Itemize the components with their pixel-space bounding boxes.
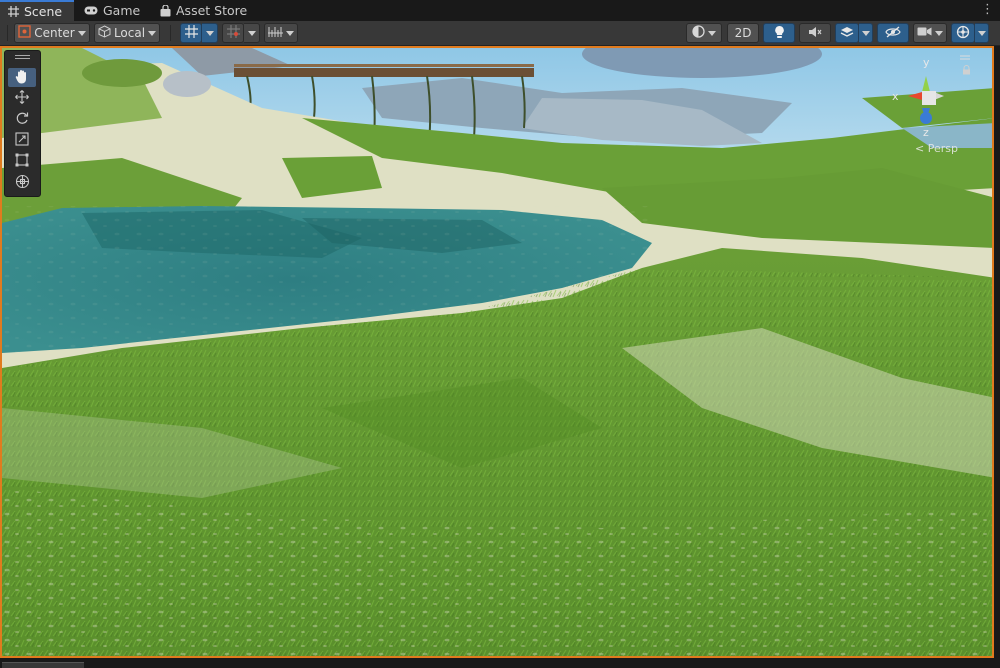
scale-icon (15, 132, 29, 149)
scale-tool-button[interactable] (8, 131, 36, 150)
grid-snap-icon (184, 25, 198, 41)
scene-effects-dropdown[interactable] (859, 23, 873, 43)
scene-lighting-toggle[interactable] (763, 23, 795, 43)
pivot-rotation-label: Local (113, 26, 146, 40)
grid-snap-toggle[interactable] (180, 23, 202, 43)
gizmo-x-axis (908, 92, 922, 100)
mode-2d-label: 2D (734, 26, 752, 40)
tab-game[interactable]: Game (76, 0, 148, 21)
bottom-panel-strip (0, 658, 1000, 668)
rotate-icon (15, 111, 29, 128)
scene-render (2, 48, 992, 656)
gizmo-globe-icon (956, 25, 970, 42)
increment-snap-icon (226, 25, 240, 41)
chevron-down-icon (286, 30, 294, 36)
pivot-mode-label: Center (34, 26, 75, 40)
scene-visibility-toggle[interactable] (877, 23, 909, 43)
increment-snap-toggle[interactable] (222, 23, 244, 43)
transform-tool-button[interactable] (8, 173, 36, 192)
eye-slash-icon (885, 26, 901, 41)
shopping-bag-icon (160, 4, 171, 17)
chevron-down-icon (935, 30, 943, 36)
camera-icon (917, 26, 932, 40)
editor-tab-bar: Scene Game Asset Store ⋮ (0, 0, 1000, 21)
move-arrows-icon (15, 90, 29, 107)
speaker-muted-icon (808, 26, 822, 41)
chevron-down-icon (708, 30, 716, 36)
toolbar-separator (170, 25, 171, 41)
rotate-tool-button[interactable] (8, 110, 36, 129)
projection-toggle[interactable]: < Persp (915, 142, 958, 155)
gizmo-x-label: x (892, 90, 899, 103)
gizmos-toggle[interactable] (951, 23, 975, 43)
chevron-down-icon (861, 30, 870, 36)
bottom-panel-tab[interactable] (2, 662, 84, 668)
gizmo-z-label: z (923, 126, 929, 139)
tab-scene-label: Scene (24, 4, 63, 19)
hand-icon (15, 69, 29, 87)
chevron-down-icon (205, 30, 214, 36)
shading-sphere-icon (692, 25, 705, 41)
scene-camera-dropdown[interactable] (913, 23, 947, 43)
gizmo-y-label: y (923, 56, 930, 69)
grid-snap-dropdown[interactable] (202, 23, 218, 43)
chevron-down-icon (77, 30, 86, 36)
transform-tools-panel (4, 50, 41, 197)
scene-grid-icon (8, 6, 19, 17)
snap-settings-dropdown[interactable] (264, 23, 298, 43)
gizmo-y-axis (922, 76, 930, 92)
panel-drag-handle[interactable] (15, 55, 30, 59)
ruler-snap-icon (268, 26, 283, 41)
tab-scene[interactable]: Scene (0, 0, 74, 21)
chevron-down-icon (247, 30, 256, 36)
tab-game-label: Game (103, 3, 141, 18)
chevron-down-icon (148, 30, 157, 36)
move-tool-button[interactable] (8, 89, 36, 108)
hand-tool-button[interactable] (8, 68, 36, 87)
increment-snap-dropdown[interactable] (244, 23, 260, 43)
scene-toolbar: Center Local 2D (0, 21, 1000, 46)
lock-icon[interactable] (962, 64, 971, 78)
toolbar-separator (7, 25, 8, 41)
pivot-mode-dropdown[interactable]: Center (14, 23, 90, 43)
gamepad-icon (84, 6, 98, 15)
pivot-icon (18, 25, 31, 41)
scene-viewport[interactable]: x y z < Persp (0, 46, 994, 658)
draw-mode-dropdown[interactable] (686, 23, 722, 43)
effects-layers-icon (840, 26, 854, 41)
chevron-down-icon (977, 30, 986, 36)
mode-2d-toggle[interactable]: 2D (727, 23, 759, 43)
more-options-icon[interactable]: ⋮ (981, 3, 994, 17)
gizmos-dropdown[interactable] (975, 23, 989, 43)
scene-audio-toggle[interactable] (799, 23, 831, 43)
rect-tool-button[interactable] (8, 152, 36, 171)
pivot-rotation-dropdown[interactable]: Local (94, 23, 160, 43)
transform-combo-icon (15, 174, 30, 192)
tab-asset-store-label: Asset Store (176, 3, 248, 18)
tab-asset-store[interactable]: Asset Store (152, 0, 255, 21)
lightbulb-icon (774, 25, 785, 42)
rect-transform-icon (15, 153, 29, 170)
local-cube-icon (98, 25, 111, 41)
scene-effects-toggle[interactable] (835, 23, 859, 43)
